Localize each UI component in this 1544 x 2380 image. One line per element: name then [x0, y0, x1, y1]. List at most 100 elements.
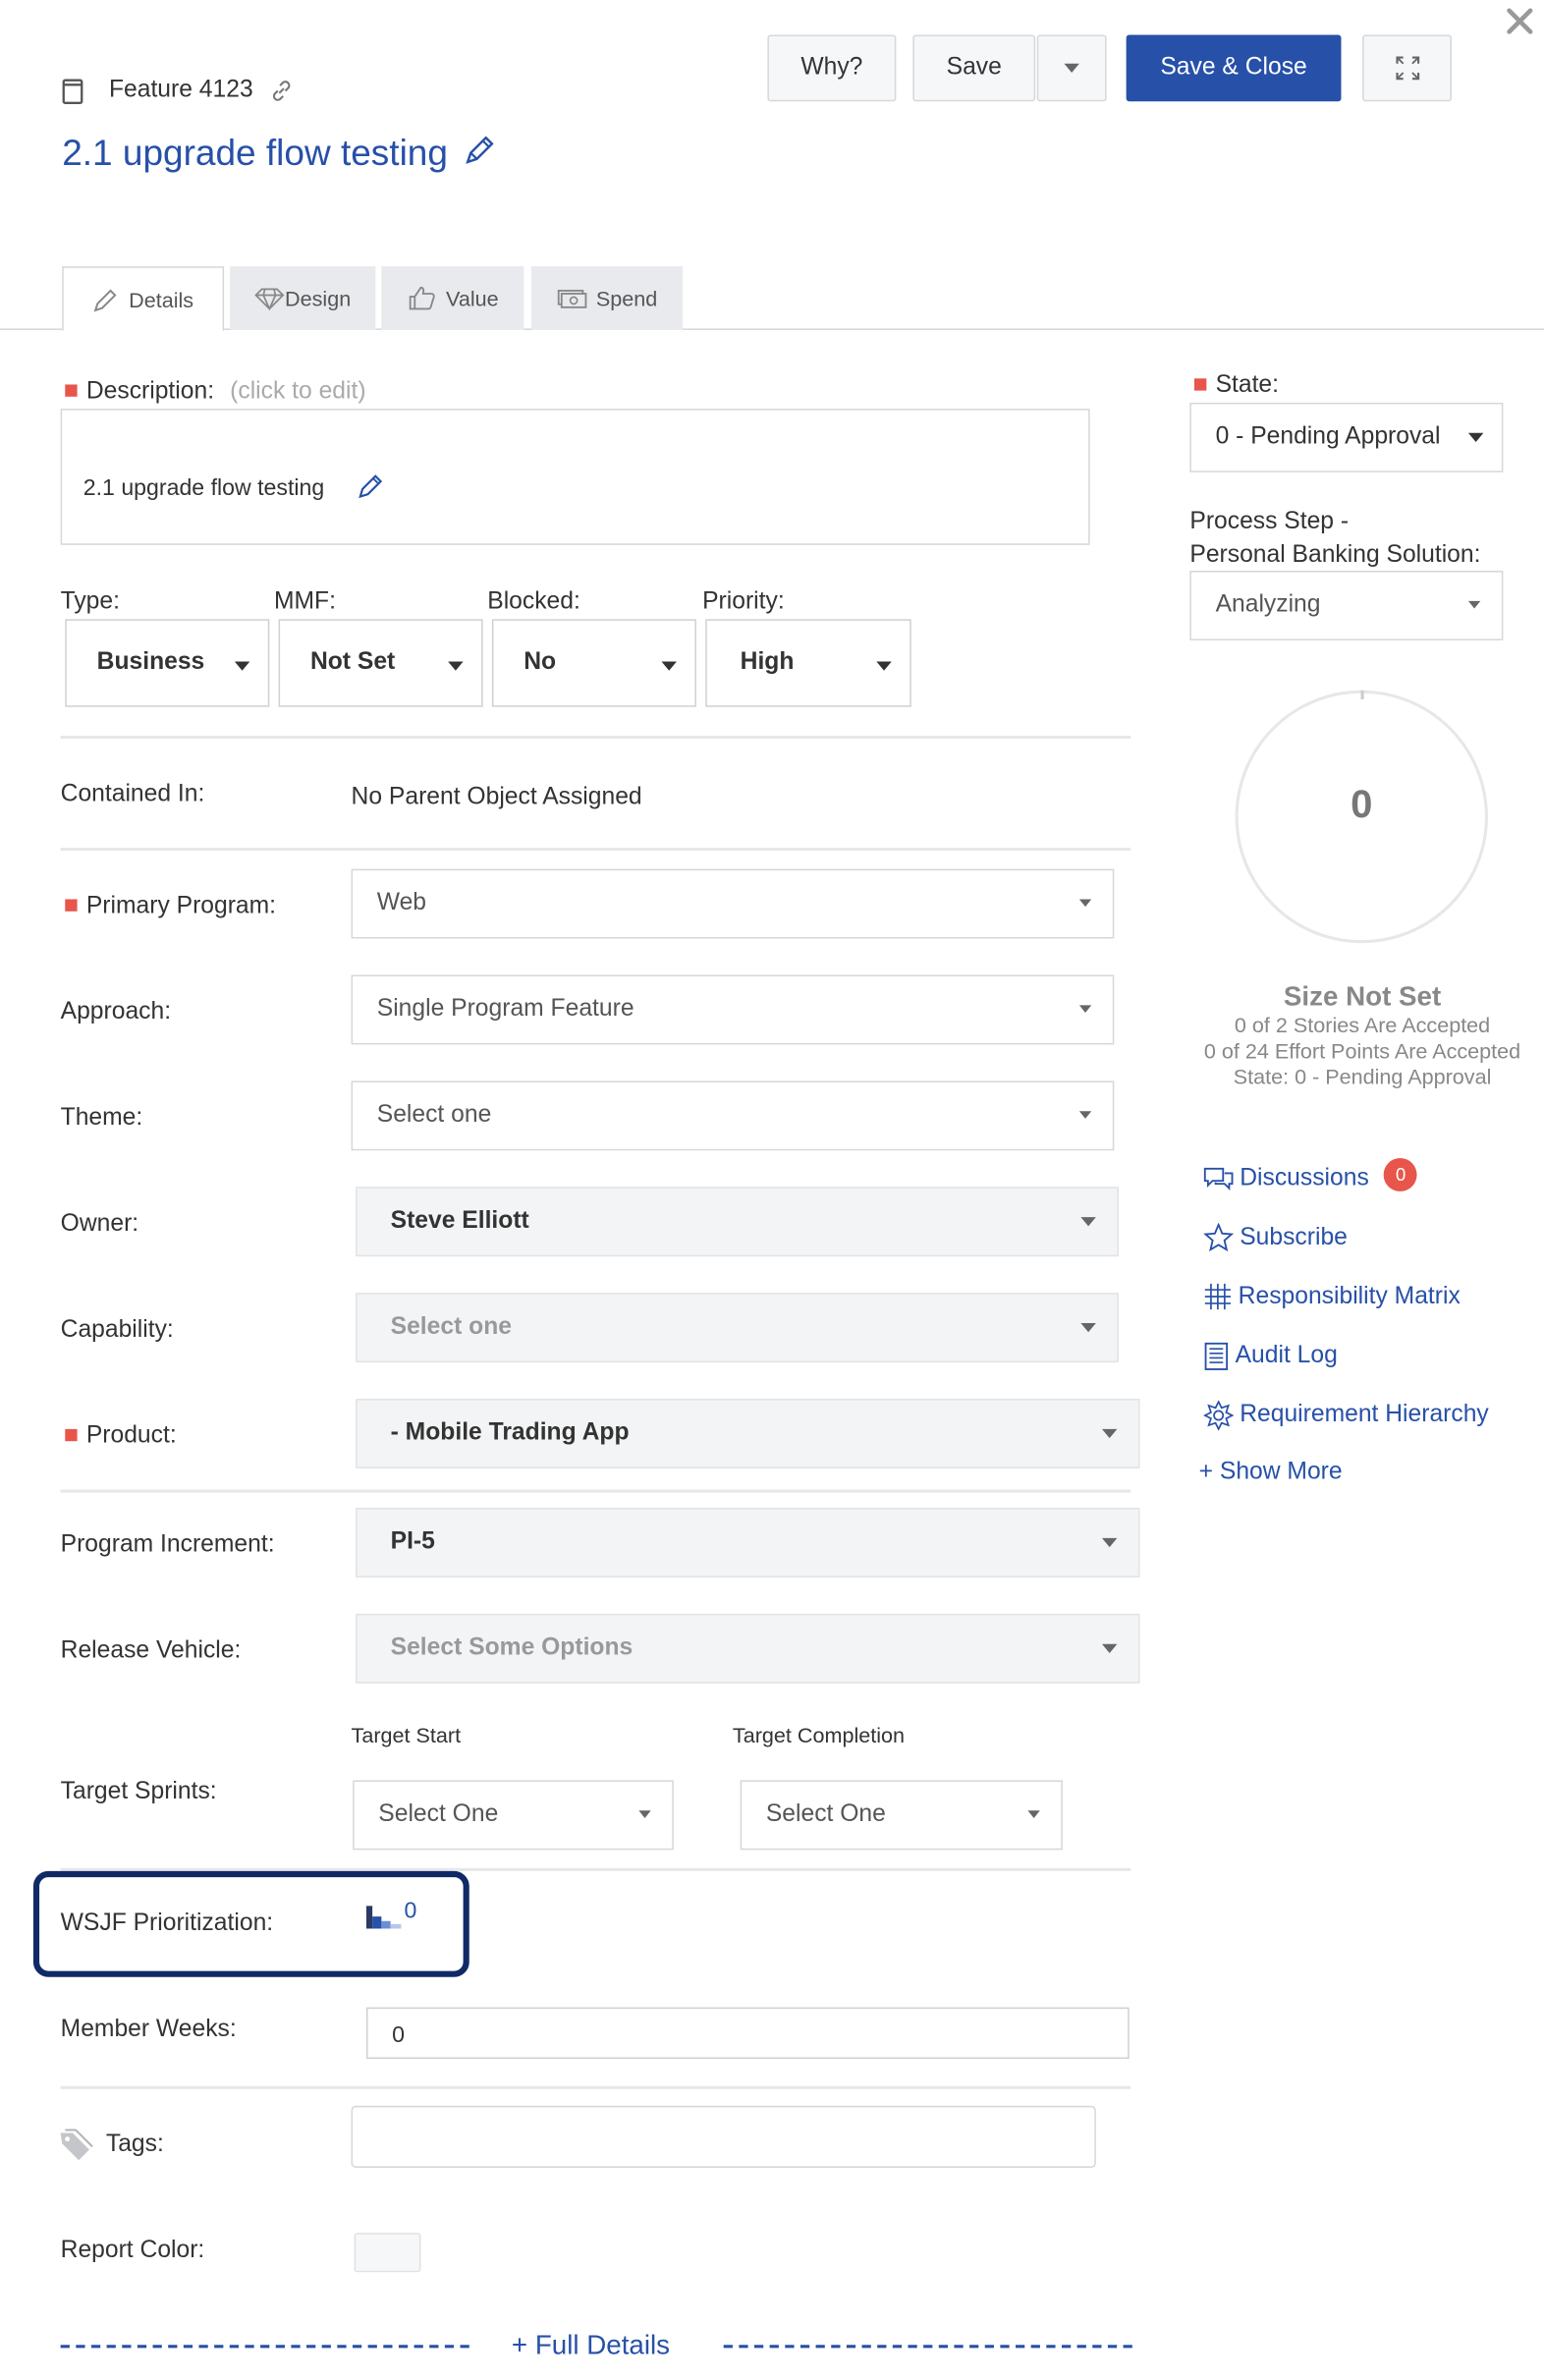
page-title[interactable]: 2.1 upgrade flow testing	[62, 134, 448, 176]
owner-select[interactable]: Steve Elliott	[356, 1187, 1119, 1257]
mmf-label: MMF:	[273, 588, 336, 615]
state-value: 0 - Pending Approval	[1215, 423, 1441, 450]
state-label: State:	[1215, 372, 1280, 399]
edit-title-icon[interactable]	[464, 134, 497, 175]
report-color-label: Report Color:	[60, 2237, 205, 2264]
release-vehicle-select[interactable]: Select Some Options	[356, 1613, 1140, 1684]
tab-spend[interactable]: Spend	[530, 266, 684, 330]
tab-details[interactable]: Details	[62, 266, 225, 332]
target-completion-select[interactable]: Select One	[740, 1780, 1063, 1851]
save-options-button[interactable]	[1036, 34, 1107, 102]
requirement-hierarchy-link[interactable]: Requirement Hierarchy	[1203, 1400, 1489, 1431]
caret-down-icon	[234, 661, 250, 671]
mmf-select[interactable]: Not Set	[278, 619, 483, 707]
size-value: 0	[1351, 781, 1373, 827]
owner-label: Owner:	[60, 1210, 139, 1238]
state-select[interactable]: 0 - Pending Approval	[1189, 402, 1504, 472]
report-color-swatch[interactable]	[354, 2233, 421, 2273]
tags-input[interactable]	[351, 2105, 1096, 2168]
divider	[60, 736, 1131, 740]
priority-label: Priority:	[702, 588, 785, 615]
target-sprints-label: Target Sprints:	[60, 1778, 217, 1805]
product-select[interactable]: - Mobile Trading App	[356, 1399, 1140, 1468]
description-label: Description:	[85, 378, 215, 405]
tab-label: Design	[285, 286, 352, 310]
type-select[interactable]: Business	[65, 619, 270, 707]
caret-down-icon	[1101, 1643, 1118, 1653]
priority-select[interactable]: High	[705, 619, 911, 707]
caret-down-icon	[1080, 1322, 1096, 1333]
responsibility-matrix-link[interactable]: Responsibility Matrix	[1203, 1282, 1461, 1310]
product-label: Product:	[85, 1422, 177, 1449]
capability-select[interactable]: Select one	[356, 1293, 1119, 1363]
discussions-label: Discussions	[1240, 1165, 1369, 1191]
process-step-label: Process Step - Personal Banking Solution…	[1189, 506, 1480, 573]
caret-down-icon	[1078, 899, 1092, 908]
program-increment-label: Program Increment:	[60, 1531, 275, 1558]
divider	[60, 1489, 1131, 1493]
required-marker	[65, 899, 78, 912]
description-hint: (click to edit)	[230, 378, 366, 405]
owner-value: Steve Elliott	[390, 1207, 529, 1235]
state-label-row: State:	[1193, 372, 1280, 400]
program-increment-value: PI-5	[390, 1528, 435, 1555]
blocked-select[interactable]: No	[491, 619, 696, 707]
target-completion-value: Select One	[765, 1801, 886, 1828]
edit-description-icon[interactable]	[358, 472, 385, 500]
theme-value: Select one	[376, 1101, 492, 1129]
discussion-icon	[1203, 1167, 1234, 1191]
show-more-link[interactable]: + Show More	[1199, 1460, 1343, 1487]
full-details-link[interactable]: + Full Details	[512, 2330, 670, 2361]
primary-program-label: Primary Program:	[85, 893, 277, 919]
item-id: Feature 4123	[108, 77, 253, 103]
audit-log-label: Audit Log	[1235, 1343, 1338, 1369]
type-value: Business	[96, 649, 205, 676]
size-stories: 0 of 2 Stories Are Accepted	[1234, 1013, 1491, 1037]
pencil-icon	[93, 288, 117, 311]
description-text: 2.1 upgrade flow testing	[83, 474, 325, 502]
copy-link-icon[interactable]	[269, 79, 294, 110]
member-weeks-label: Member Weeks:	[60, 2016, 237, 2043]
approach-select[interactable]: Single Program Feature	[351, 974, 1115, 1045]
contained-in-value: No Parent Object Assigned	[351, 784, 642, 810]
divider	[60, 2085, 1131, 2089]
caret-down-icon	[1064, 63, 1079, 73]
responsibility-matrix-label: Responsibility Matrix	[1238, 1283, 1461, 1309]
document-icon	[1204, 1342, 1229, 1370]
caret-down-icon	[1080, 1217, 1096, 1227]
process-step-select[interactable]: Analyzing	[1189, 571, 1504, 640]
release-vehicle-label: Release Vehicle:	[60, 1637, 242, 1664]
tab-value[interactable]: Value	[381, 266, 524, 330]
save-close-button[interactable]: Save & Close	[1126, 34, 1342, 102]
close-icon[interactable]	[1505, 6, 1535, 44]
grid-icon	[1204, 1283, 1231, 1310]
audit-log-link[interactable]: Audit Log	[1203, 1341, 1338, 1371]
theme-select[interactable]: Select one	[351, 1080, 1115, 1151]
caret-down-icon	[1027, 1810, 1040, 1818]
release-vehicle-value: Select Some Options	[390, 1634, 634, 1661]
tab-design[interactable]: Design	[230, 266, 376, 330]
wsjf-label: WSJF Prioritization:	[60, 1910, 274, 1937]
wsjf-chart-icon[interactable]	[364, 1902, 404, 1940]
expand-button[interactable]	[1362, 34, 1452, 102]
required-marker	[1193, 378, 1207, 391]
process-step-label-line2: Personal Banking Solution:	[1189, 541, 1481, 568]
description-label-row: Description: (click to edit)	[65, 378, 366, 406]
tab-label: Spend	[595, 286, 658, 310]
target-start-select[interactable]: Select One	[353, 1780, 674, 1851]
caret-down-icon	[448, 661, 464, 671]
wsjf-value[interactable]: 0	[404, 1899, 416, 1924]
why-button[interactable]: Why?	[767, 34, 897, 102]
subscribe-label: Subscribe	[1240, 1224, 1348, 1250]
discussions-link[interactable]: Discussions 0	[1203, 1158, 1418, 1196]
subscribe-link[interactable]: Subscribe	[1203, 1223, 1348, 1252]
money-icon	[557, 289, 586, 308]
member-weeks-input[interactable]: 0	[365, 2007, 1130, 2060]
star-icon	[1203, 1223, 1235, 1252]
program-increment-select[interactable]: PI-5	[356, 1508, 1140, 1577]
caret-down-icon	[1467, 432, 1484, 443]
description-box[interactable]: 2.1 upgrade flow testing	[60, 409, 1090, 545]
primary-program-select[interactable]: Web	[351, 868, 1115, 939]
theme-label: Theme:	[60, 1105, 143, 1132]
save-button[interactable]: Save	[912, 34, 1036, 102]
